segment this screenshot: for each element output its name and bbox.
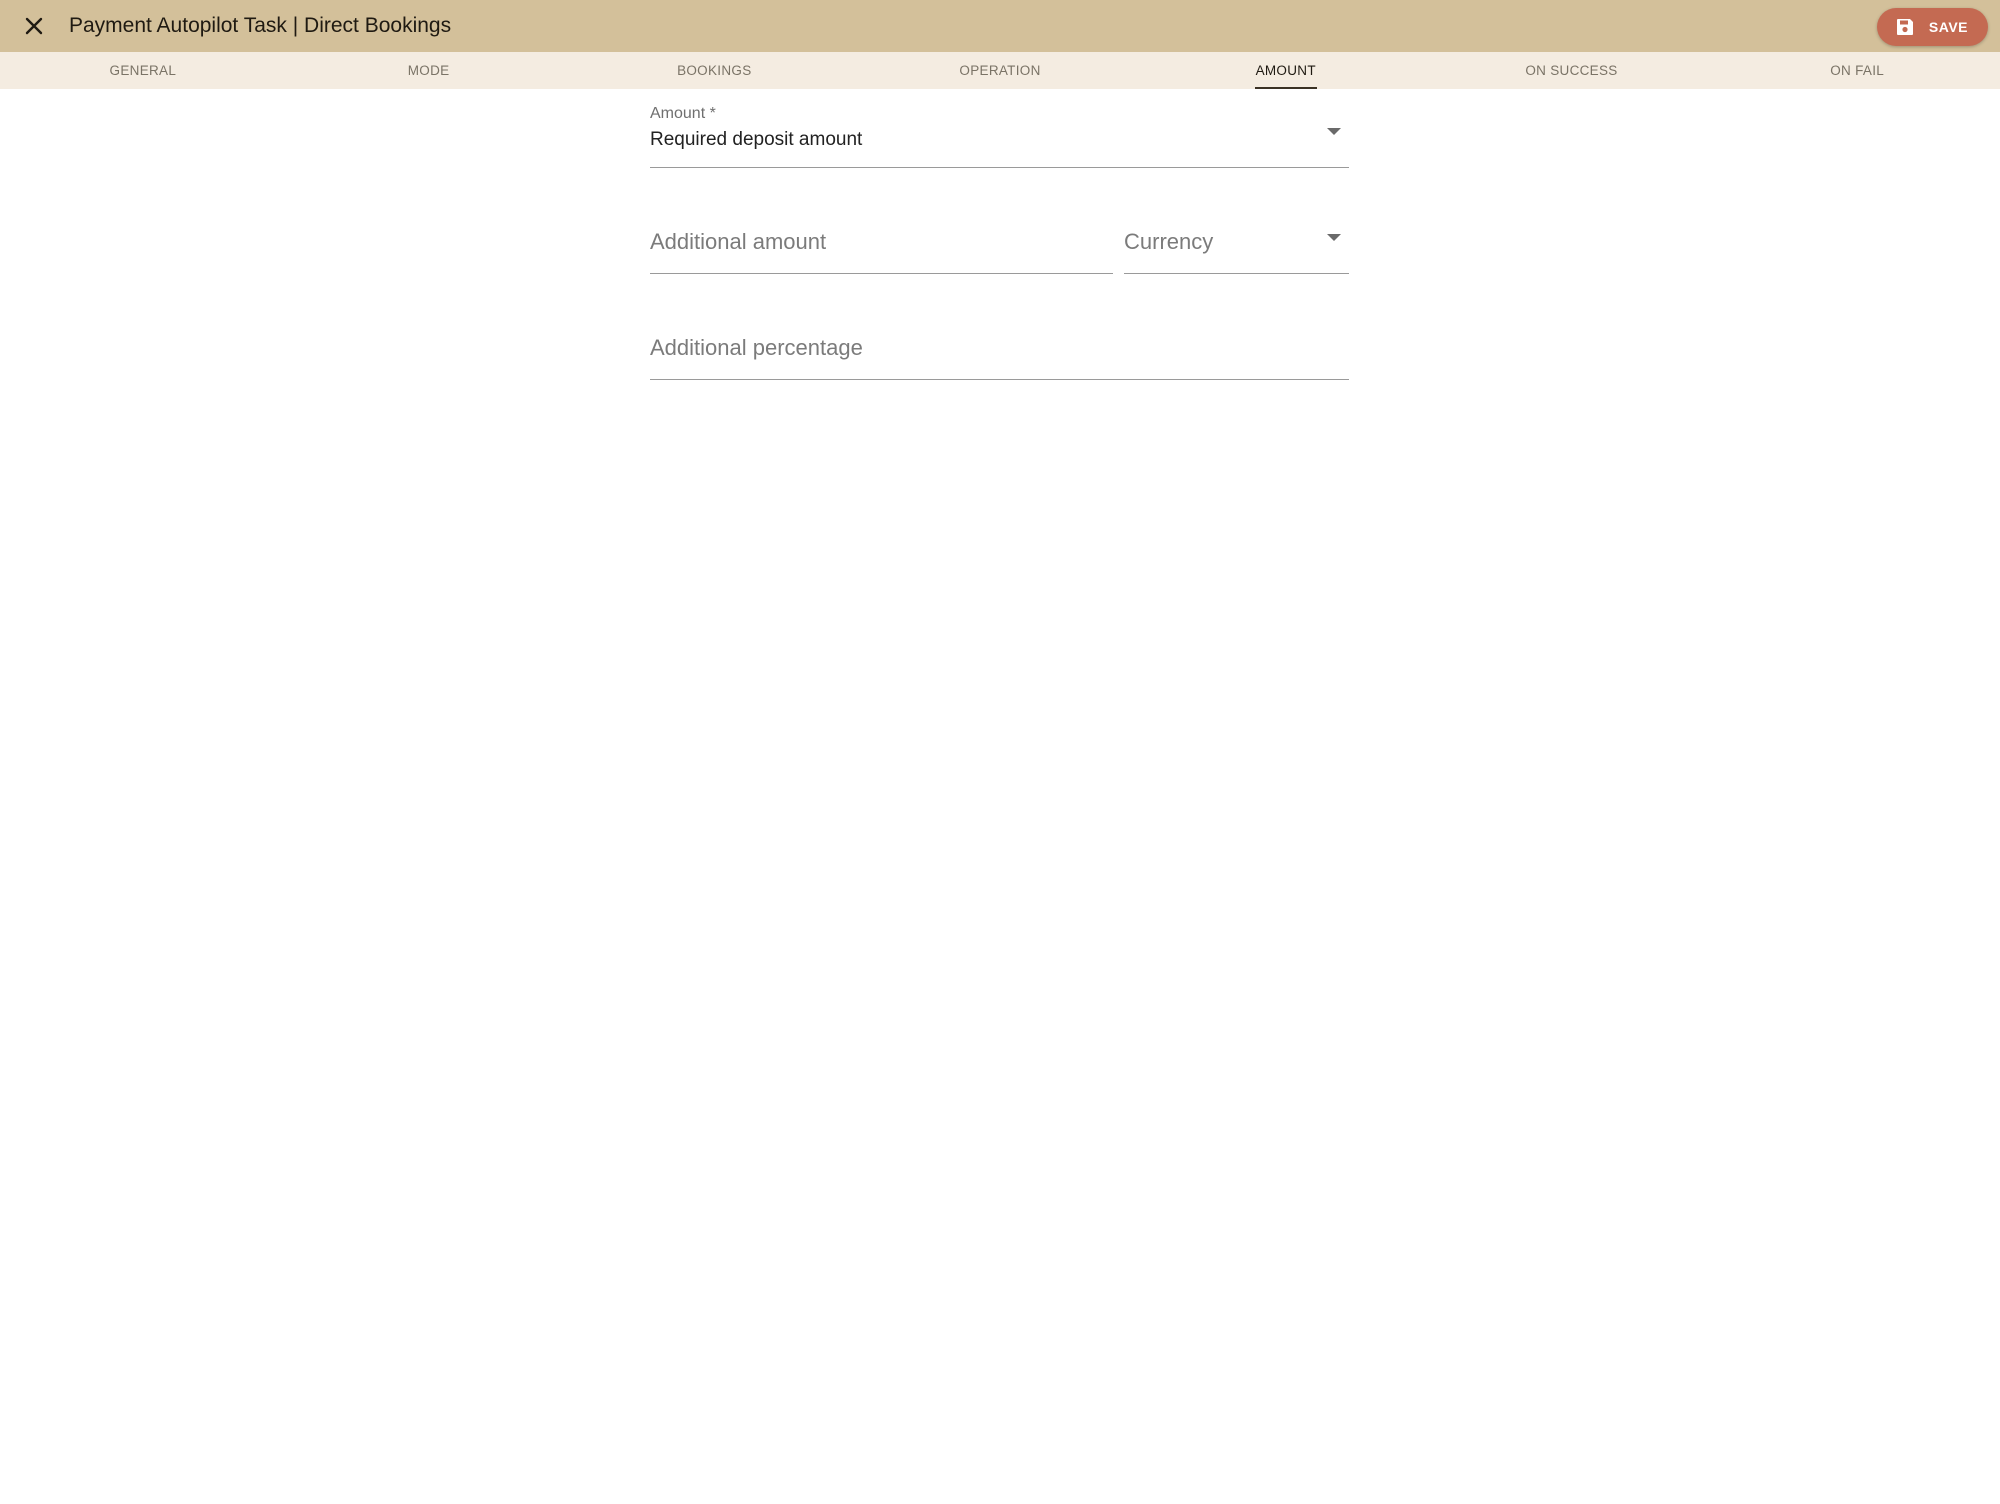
tab-general[interactable]: GENERAL [0,52,286,89]
tab-on-success[interactable]: ON SUCCESS [1429,52,1715,89]
additional-percentage-placeholder: Additional percentage [650,335,863,360]
close-icon [25,17,43,35]
tab-mode[interactable]: MODE [286,52,572,89]
caret-down-icon [1327,128,1341,135]
tab-bookings[interactable]: BOOKINGS [571,52,857,89]
tab-label: ON FAIL [1830,63,1885,78]
additional-amount-input[interactable]: Additional amount [650,195,1113,274]
tab-amount[interactable]: AMOUNT [1143,52,1429,89]
close-button[interactable] [20,12,48,40]
tab-label: BOOKINGS [677,63,752,78]
tab-bar: GENERAL MODE BOOKINGS OPERATION AMOUNT O… [0,52,2000,89]
floppy-disk-icon [1895,17,1915,37]
save-button[interactable]: SAVE [1876,8,1988,46]
amount-value: Required deposit amount [650,129,863,150]
additional-percentage-input[interactable]: Additional percentage [650,301,1349,380]
page-title: Payment Autopilot Task | Direct Bookings [69,14,452,37]
caret-down-icon [1327,234,1341,241]
tab-label: AMOUNT [1255,63,1316,78]
tab-on-fail[interactable]: ON FAIL [1714,52,2000,89]
tab-label: ON SUCCESS [1525,63,1618,78]
currency-select[interactable]: Currency [1124,195,1349,274]
app-bar: Payment Autopilot Task | Direct Bookings… [0,0,2000,52]
tab-operation[interactable]: OPERATION [857,52,1143,89]
tab-label: MODE [407,63,450,78]
currency-placeholder: Currency [1124,229,1214,254]
additional-amount-placeholder: Additional amount [650,229,827,254]
save-button-label: SAVE [1928,19,1968,35]
amount-select[interactable]: Amount * Required deposit amount [650,89,1349,168]
tab-label: GENERAL [109,63,177,78]
amount-label: Amount * [650,105,716,122]
tab-label: OPERATION [959,63,1041,78]
